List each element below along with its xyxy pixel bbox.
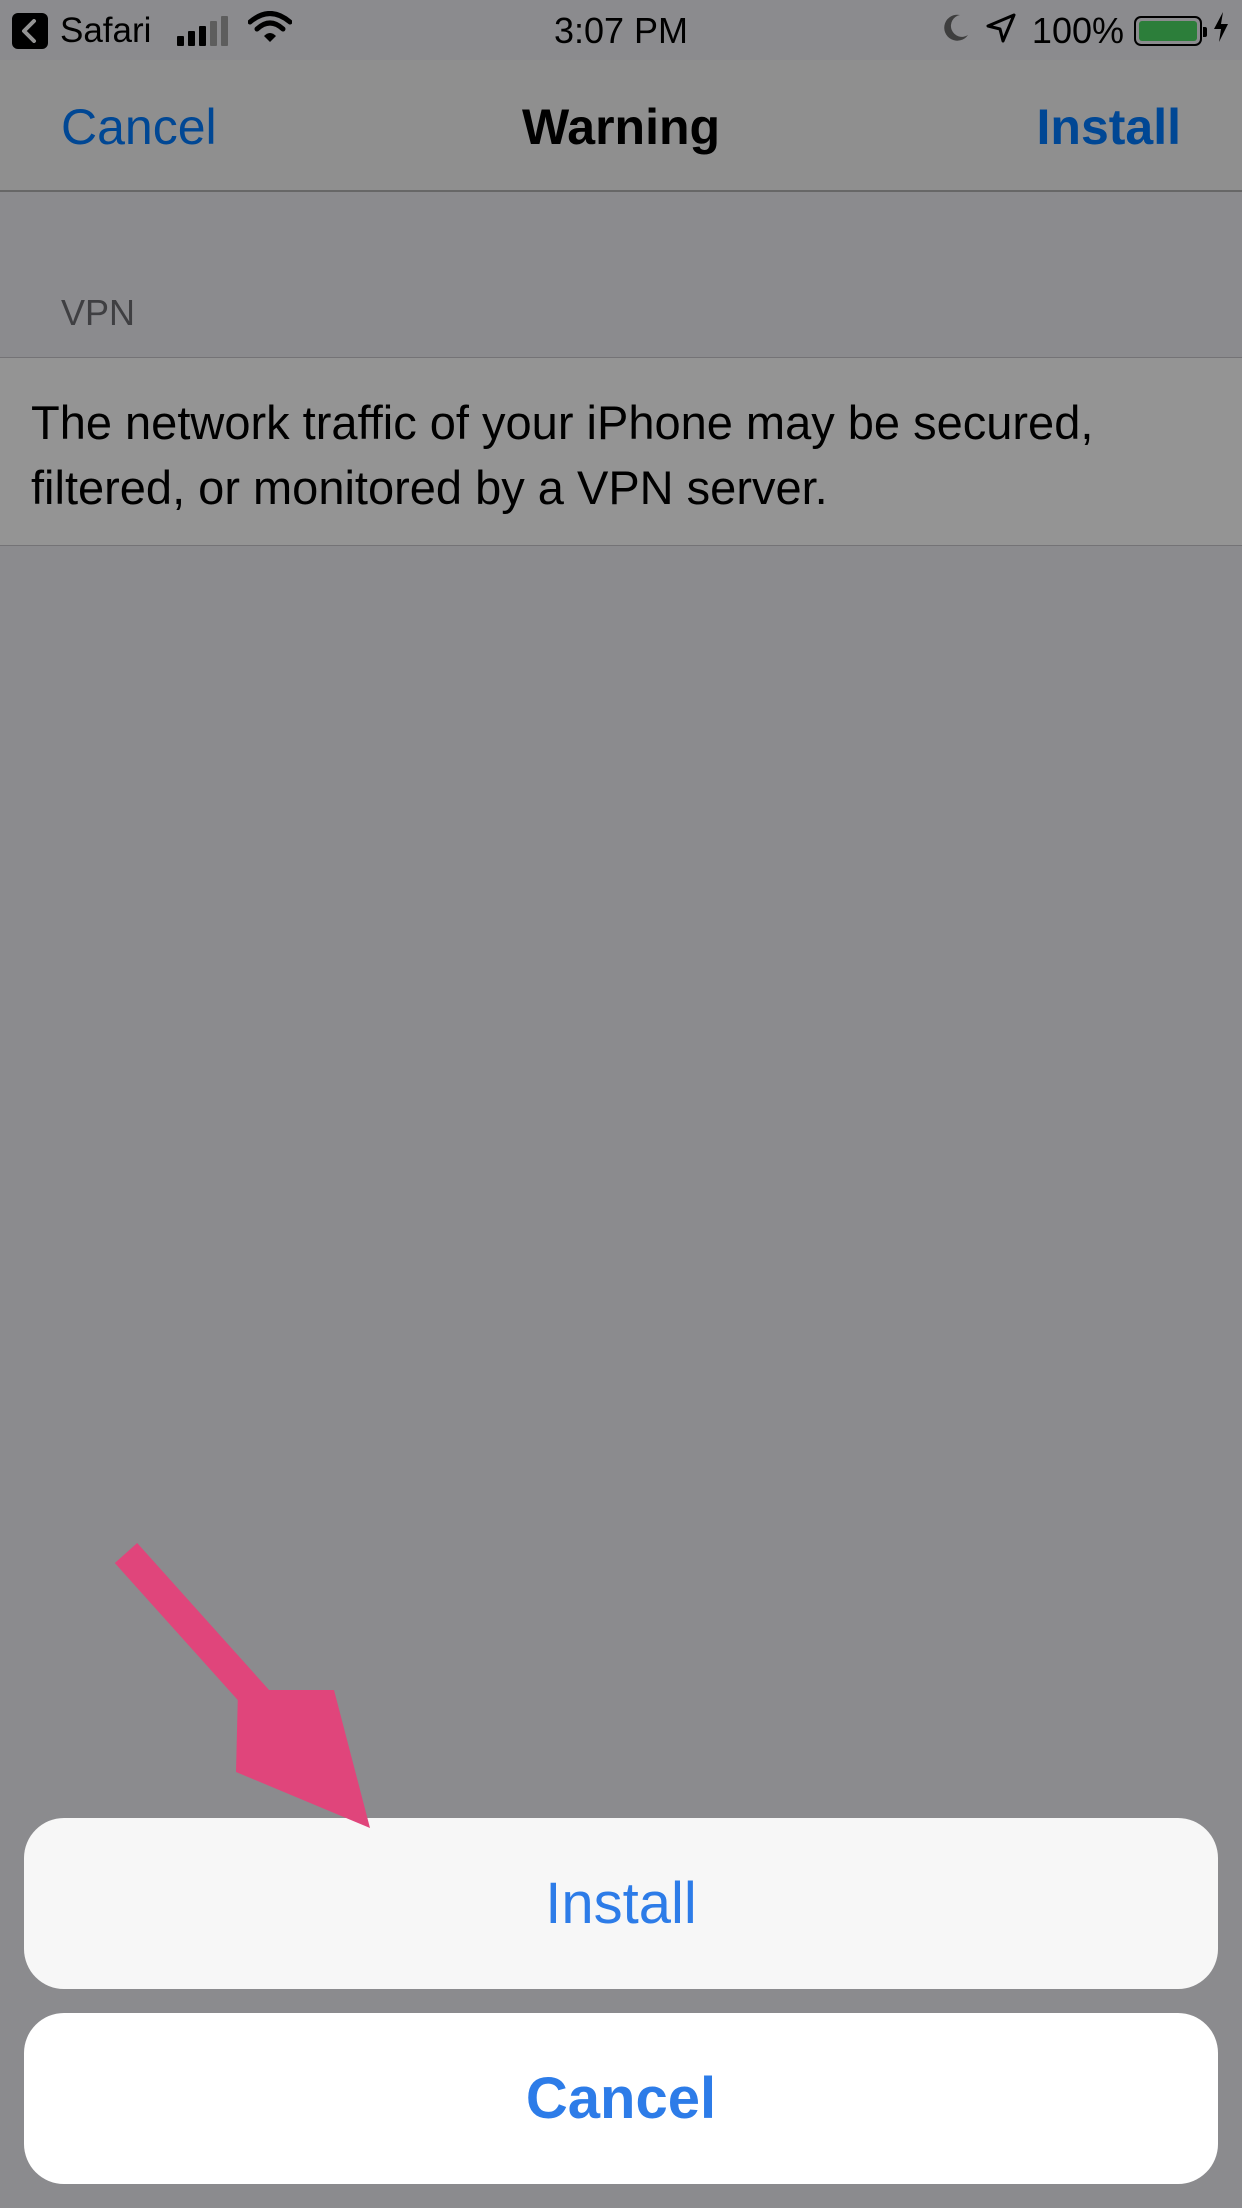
cancel-button[interactable]: Cancel bbox=[24, 2013, 1218, 2184]
install-button[interactable]: Install bbox=[24, 1818, 1218, 1989]
